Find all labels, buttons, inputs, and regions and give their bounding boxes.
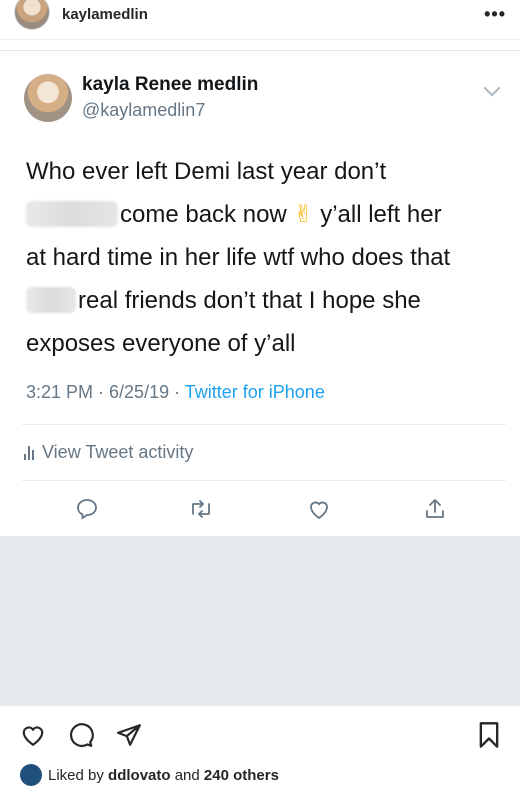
image-empty-area [0,536,520,706]
bookmark-icon[interactable] [474,720,504,750]
redaction-blur [26,201,118,227]
post-username[interactable]: kaylamedlin [62,6,148,23]
tweet-meta: 3:21 PM · 6/25/19 · Twitter for iPhone [26,382,325,403]
tweet-source: Twitter for iPhone [184,382,325,402]
more-dots-icon[interactable]: ••• [484,4,506,25]
tweet-line-1: Who ever left Demi last year don’t [26,158,387,185]
view-activity-link: View Tweet activity [24,442,193,463]
bar-chart-icon [24,445,34,460]
tweet-line-3: at hard time in her life wtf who does th… [26,244,451,271]
tweet-text: Who ever left Demi last year don’t come … [26,150,506,365]
reply-icon [72,494,102,524]
redaction-blur [26,287,76,313]
likes-summary: Liked by ddlovato and 240 others [20,762,279,788]
tweet-line-5: exposes everyone of y’all [26,330,296,357]
tweet-timestamp: 3:21 PM · 6/25/19 · [26,382,185,402]
divider [22,480,506,481]
share-icon [420,494,450,524]
like-icon [304,494,334,524]
tweet-display-name: kayla Renee medlin [82,74,259,95]
victory-hand-icon: ✌ [293,201,314,228]
post-header: kaylamedlin ••• [0,0,520,40]
likes-text[interactable]: Liked by ddlovato and 240 others [48,767,279,784]
liker-username[interactable]: ddlovato [108,767,171,784]
tweet-card: kayla Renee medlin @kaylamedlin7 Who eve… [0,58,520,536]
post-action-bar [0,706,520,760]
tweet-avatar [24,74,72,122]
comment-icon[interactable] [66,720,96,750]
liker-avatar [20,764,42,786]
divider [22,424,506,425]
tweet-line-4: real friends don’t that I hope she [26,279,506,322]
header-divider [0,50,520,51]
likes-others-count[interactable]: 240 others [204,767,279,784]
view-activity-label: View Tweet activity [42,442,194,462]
tweet-actions [0,490,520,530]
chevron-down-icon [483,79,501,97]
profile-avatar[interactable] [14,0,50,30]
tweet-line-2: come back now ✌ y’all left her [26,193,506,236]
send-icon[interactable] [114,720,144,750]
retweet-icon [186,494,216,524]
tweet-handle: @kaylamedlin7 [82,100,206,120]
heart-icon[interactable] [18,720,48,750]
